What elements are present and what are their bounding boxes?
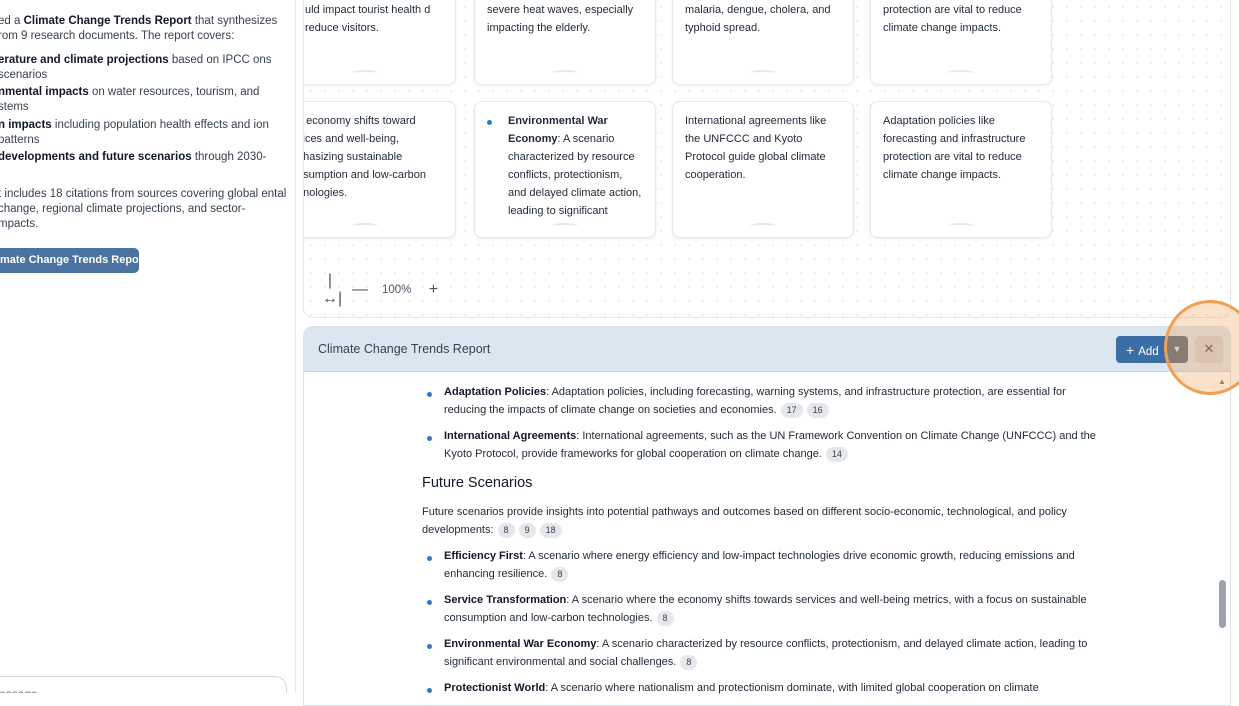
citation-badge[interactable]: 8 [656,610,674,626]
card-grip-icon[interactable] [948,70,974,76]
scrollbar-thumb[interactable] [1219,580,1226,628]
add-button[interactable]: + Add [1116,336,1166,363]
node-card[interactable]: e economy shifts toward vices and well-b… [304,101,456,238]
plus-icon: + [1126,342,1135,358]
list-item: Protectionist World: A scenario where na… [422,679,1102,697]
report-title: Climate Change Trends Report [318,342,491,356]
intro-prefix: ed a [0,15,24,27]
node-card[interactable]: severe heat waves, especially impacting … [474,0,656,85]
citation-badge[interactable]: 8 [680,654,698,670]
report-panel: Climate Change Trends Report + Add ▼ ✕ Ad… [303,326,1231,706]
list-item: Service Transformation: A scenario where… [422,591,1102,627]
zoom-in-icon[interactable]: + [425,281,441,299]
card-grip-icon[interactable] [352,223,378,229]
node-card[interactable]: protection are vital to reduce climate c… [870,0,1052,85]
chat-panel: ed a Climate Change Trends Report that s… [0,0,296,693]
open-report-button[interactable]: mate Change Trends Report [0,248,139,273]
coverage-item: nmental impacts on water resources, tour… [0,86,260,113]
report-content: Adaptation Policies: Adaptation policies… [422,383,1102,705]
list-item: Environmental War Economy: A scenario ch… [422,635,1102,671]
zoom-out-icon[interactable]: — [352,281,368,299]
citation-badge[interactable]: 9 [518,522,536,538]
list-item: International Agreements: International … [422,427,1102,463]
citation-badge[interactable]: 18 [539,522,562,538]
section-paragraph: Future scenarios provide insights into p… [422,506,1067,538]
section-heading: Future Scenarios [422,475,533,491]
citations-summary: t includes 18 citations from sources cov… [0,188,287,230]
intro-report-name: Climate Change Trends Report [23,15,192,27]
card-grip-icon[interactable] [750,223,776,229]
node-card[interactable]: Adaptation policies like forecasting and… [870,101,1052,238]
node-card[interactable]: International agreements like the UNFCCC… [672,101,854,238]
citation-badge[interactable]: 8 [497,522,515,538]
fit-width-icon[interactable]: |↔| [322,272,342,308]
list-item: Adaptation Policies: Adaptation policies… [422,383,1102,419]
message-input[interactable]: essage [0,676,287,693]
card-grip-icon[interactable] [750,70,776,76]
node-card[interactable]: malaria, dengue, cholera, and typhoid sp… [672,0,854,85]
node-card[interactable]: uld impact tourist health d reduce visit… [304,0,456,85]
card-grip-icon[interactable] [352,70,378,76]
report-header: Climate Change Trends Report + Add ▼ ✕ [304,327,1230,372]
card-grip-icon[interactable] [948,223,974,229]
zoom-controls: |↔| — 100% + [322,272,441,308]
message-placeholder: essage [0,687,38,693]
chat-intro: ed a Climate Change Trends Report that s… [0,14,288,44]
card-grip-icon[interactable] [552,70,578,76]
coverage-item: erature and climate projections based on… [0,54,272,81]
citation-badge[interactable]: 14 [825,446,848,462]
zoom-level: 100% [382,284,412,296]
bullet-icon [487,120,492,125]
list-item: Efficiency First: A scenario where energ… [422,547,1102,583]
node-card[interactable]: Environmental War Economy: A scenario ch… [474,101,656,238]
citation-badge[interactable]: 8 [551,566,569,582]
citation-badge[interactable]: 16 [806,402,829,418]
citation-badge[interactable]: 17 [780,402,803,418]
mind-map-canvas[interactable]: uld impact tourist health d reduce visit… [303,0,1231,318]
coverage-item: developments and future scenarios throug… [0,151,267,163]
coverage-item: n impacts including population health ef… [0,119,269,146]
card-grip-icon[interactable] [552,223,578,229]
